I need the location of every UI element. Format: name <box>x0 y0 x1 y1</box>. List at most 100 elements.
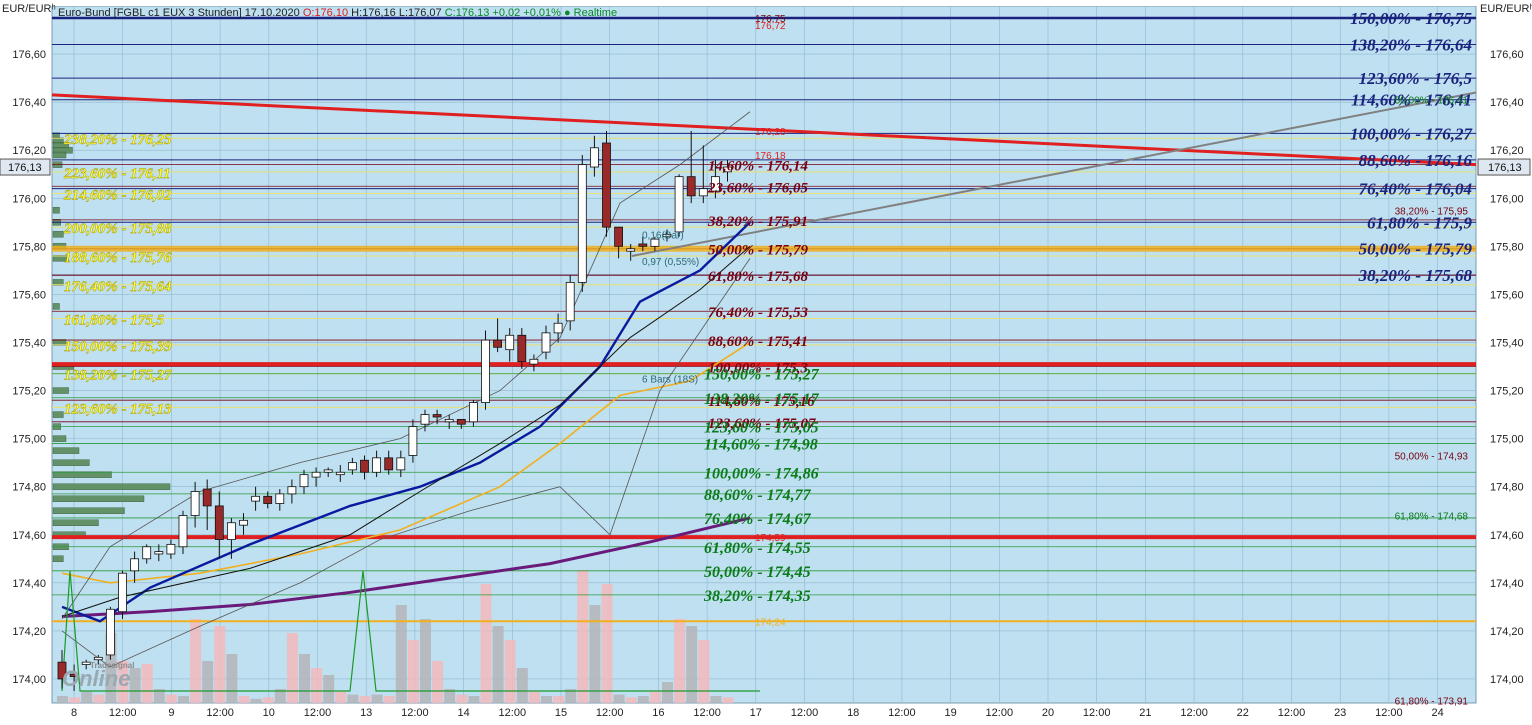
fib-label-yellow: 223,60% - 176,11 <box>63 166 171 182</box>
unit-label-right: EUR/EURʰ <box>1480 3 1532 15</box>
y-tick-label-left: 175,60 <box>12 289 46 301</box>
fib-label-yellow: 138,20% - 175,27 <box>64 368 172 384</box>
candle-body <box>239 519 248 526</box>
volume-bar <box>141 663 153 703</box>
fib-label-green: 138,20% - 175,17 <box>704 391 820 408</box>
candle-body <box>130 558 140 572</box>
y-tick-label-right: 174,20 <box>1490 626 1524 638</box>
volume-bar <box>178 696 189 703</box>
fib-label-green: 38,20% - 174,35 <box>703 588 811 605</box>
fib-label-darkred: 88,60% - 175,41 <box>708 334 808 350</box>
candle-body <box>396 457 406 471</box>
x-tick-label: 12:00 <box>304 707 332 719</box>
fib-label-yellow: 188,60% - 175,76 <box>64 250 172 266</box>
x-tick-label: 12:00 <box>596 707 624 719</box>
measure-annotation: 6 Bars (18S) <box>642 375 698 386</box>
candle-body <box>432 414 442 418</box>
volume-bar <box>69 697 81 703</box>
candle-body <box>493 339 503 348</box>
volume-bar <box>589 605 601 703</box>
volume-profile-bar <box>52 483 171 490</box>
fib-label-green: 50,00% - 174,45 <box>704 564 811 581</box>
candle-body <box>263 495 273 504</box>
volume-bar <box>456 694 468 703</box>
watermark-brand-big: Online <box>62 666 130 691</box>
candle-body <box>81 661 91 665</box>
fib-label-yellow: 123,60% - 175,13 <box>64 401 172 417</box>
x-tick-label: 21 <box>1139 707 1151 719</box>
fib-label-navy: 38,20% - 175,68 <box>1358 266 1473 285</box>
volume-bar <box>262 697 274 703</box>
fib-label-navy: 88,60% - 176,16 <box>1359 151 1473 170</box>
fib-label-small: 61,80% - 173,91 <box>1395 697 1469 708</box>
volume-profile-bar <box>52 151 67 159</box>
fib-label-green: 123,60% - 175,05 <box>704 420 819 437</box>
y-tick-label-left: 175,20 <box>12 386 46 398</box>
candle-body <box>408 426 418 456</box>
candle-body <box>614 226 623 247</box>
volume-profile-bar <box>52 207 60 214</box>
price-label: 174,24 <box>755 617 786 628</box>
fib-label-yellow: 200,00% - 175,88 <box>63 221 172 237</box>
candle-body <box>372 457 382 473</box>
x-tick-label: 12:00 <box>1083 707 1111 719</box>
unit-label-left: EUR/EURʰ <box>2 3 56 15</box>
x-tick-label: 13 <box>360 707 372 719</box>
y-tick-label-left: 174,20 <box>12 626 46 638</box>
x-tick-label: 12:00 <box>109 707 137 719</box>
last-price-right: 176,13 <box>1488 162 1522 174</box>
candle-body <box>541 332 551 353</box>
volume-bar <box>722 697 734 703</box>
x-tick-label: 12:00 <box>1180 707 1208 719</box>
volume-bar <box>238 696 250 703</box>
candle-body <box>347 462 357 471</box>
candle-body <box>590 147 599 168</box>
candle-body <box>335 471 345 476</box>
volume-bar <box>286 633 298 703</box>
volume-bar <box>662 682 673 703</box>
chart-window: 174,00 174,00 174,20 174,20 174,40 174,40 174,… <box>0 0 1532 725</box>
volume-profile-bar <box>52 495 145 502</box>
price-chart[interactable]: 174,00 174,00 174,20 174,20 174,40 174,40 174,… <box>0 0 1532 725</box>
y-tick-label-left: 176,00 <box>12 193 46 205</box>
candle-body <box>178 515 188 548</box>
x-tick-label: 23 <box>1334 707 1346 719</box>
x-tick-label: 12:00 <box>986 707 1014 719</box>
fib-label-small: 50,00% - 174,93 <box>1395 451 1469 462</box>
candle-body <box>251 495 261 502</box>
volume-bar <box>613 694 625 703</box>
fib-label-small: 38,20% - 175,95 <box>1395 206 1469 217</box>
y-tick-label-right: 175,00 <box>1490 434 1524 446</box>
volume-bar <box>710 696 722 703</box>
x-tick-label: 14 <box>457 707 469 719</box>
candle-body <box>577 164 587 283</box>
measure-annotation: 0,16(Bar) <box>642 230 684 241</box>
y-tick-label-left: 176,60 <box>12 49 46 61</box>
candle-body <box>287 486 297 495</box>
candle-body <box>190 491 200 516</box>
fib-label-navy: 76,40% - 176,04 <box>1359 180 1472 199</box>
y-tick-label-right: 176,00 <box>1490 193 1524 205</box>
header-quote: Euro-Bund [FGBL c1 EUX 3 Stunden] 17.10.… <box>58 7 617 19</box>
y-tick-label-right: 176,40 <box>1490 97 1524 109</box>
volume-bar <box>480 584 492 703</box>
volume-profile-bar <box>52 411 64 418</box>
x-tick-label: 12:00 <box>401 707 429 719</box>
x-tick-label: 8 <box>71 707 77 719</box>
y-tick-label-right: 175,40 <box>1490 337 1524 349</box>
candle-body <box>505 334 515 351</box>
y-tick-label-left: 174,60 <box>12 530 46 542</box>
volume-bar <box>93 694 105 703</box>
volume-bar <box>165 694 177 703</box>
candle-body <box>481 339 490 403</box>
header-strip <box>0 0 1532 6</box>
fib-label-navy: 100,00% - 176,27 <box>1350 124 1473 143</box>
volume-bar <box>129 668 141 703</box>
x-tick-label: 12:00 <box>791 707 819 719</box>
y-tick-label-right: 174,80 <box>1490 482 1524 494</box>
y-tick-label-left: 175,00 <box>12 434 46 446</box>
candle-body <box>602 142 611 228</box>
price-label: 176,28 <box>755 127 786 138</box>
volume-bar <box>649 691 661 703</box>
volume-bar <box>335 691 347 703</box>
